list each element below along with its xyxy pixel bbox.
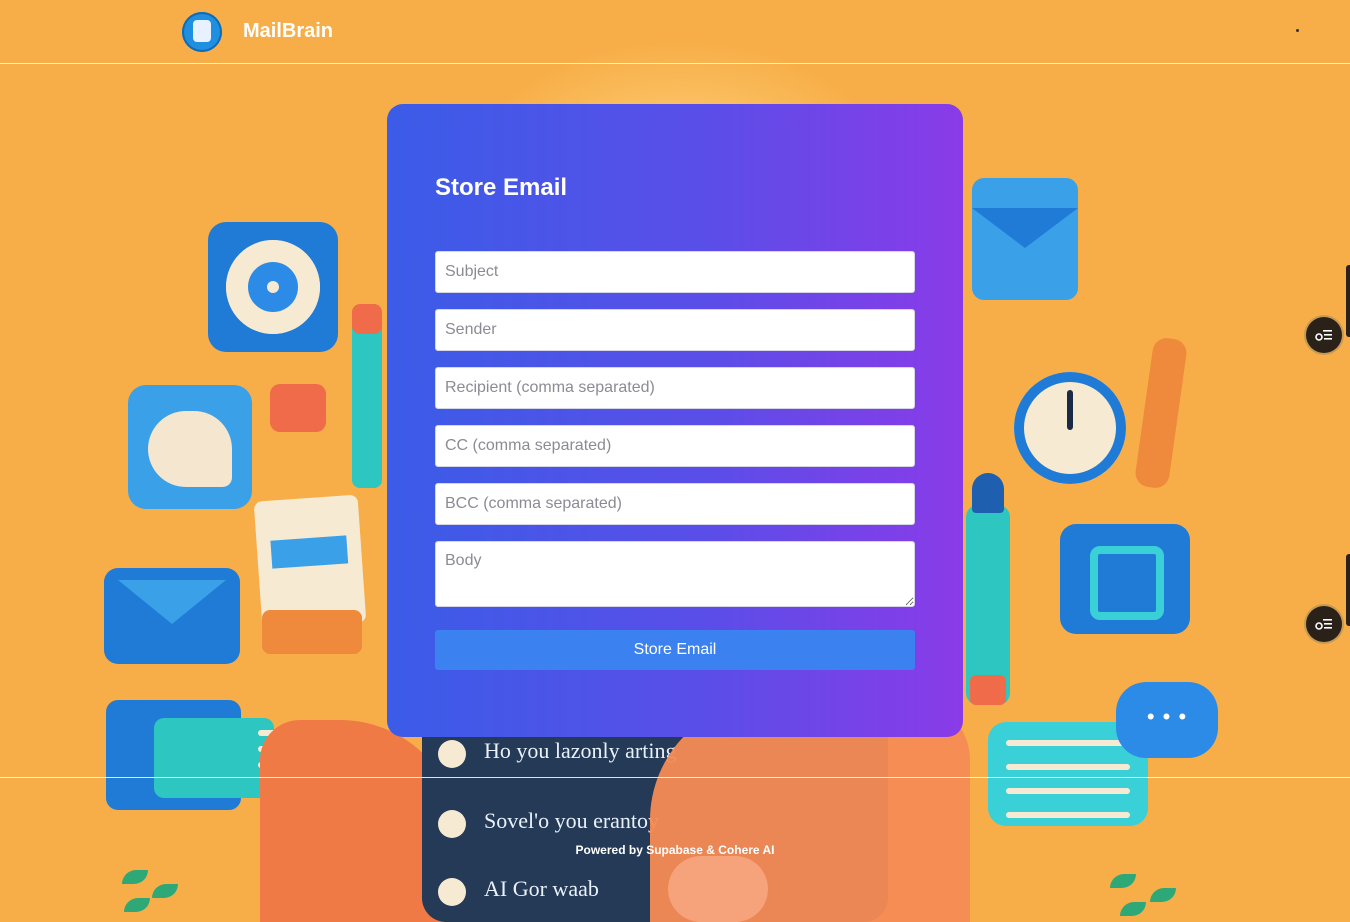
brand-logo-icon[interactable] — [182, 12, 222, 52]
list-settings-icon — [1315, 619, 1332, 630]
subject-input[interactable] — [435, 251, 915, 293]
phone-row-2: Sovel'o you erantoy — [437, 808, 660, 838]
envelope-stack-icon — [106, 700, 274, 810]
pen-icon — [1133, 336, 1189, 490]
phone-row-1: Ho you lazonly arting — [437, 738, 677, 768]
menu-dot[interactable] — [1296, 29, 1299, 32]
recipient-input[interactable] — [435, 367, 915, 409]
footer-prefix: Powered by — [575, 843, 643, 857]
pencil-icon — [352, 304, 382, 488]
footer-credits: Supabase & Cohere AI — [646, 843, 775, 857]
body-textarea[interactable] — [435, 541, 915, 607]
marker-icon — [966, 473, 1010, 705]
store-email-card: Store Email Store Email — [387, 104, 963, 737]
phone-row-3: AI Gor waab — [438, 876, 599, 906]
spiral-tile-icon — [1060, 524, 1190, 634]
chat-icon — [128, 385, 252, 509]
document-base-icon — [262, 610, 362, 654]
footer: Powered by Supabase & Cohere AI — [0, 843, 1350, 857]
plant-right-illustration — [1100, 862, 1200, 922]
side-list-button-1[interactable] — [1306, 317, 1342, 353]
bcc-input[interactable] — [435, 483, 915, 525]
typing-bubble-icon — [1116, 682, 1218, 758]
gear-icon — [208, 222, 338, 352]
form-title: Store Email — [435, 174, 568, 201]
side-tab-2[interactable] — [1346, 554, 1350, 626]
footer-divider — [0, 777, 1350, 778]
envelope-icon — [104, 568, 240, 664]
side-list-button-2[interactable] — [1306, 606, 1342, 642]
plant-left-illustration — [112, 860, 202, 922]
brand-name[interactable]: MailBrain — [243, 20, 333, 43]
top-navbar: MailBrain — [0, 0, 1350, 64]
side-tab-1[interactable] — [1346, 265, 1350, 337]
finger-illustration — [668, 856, 768, 922]
message-bubble-icon — [270, 384, 326, 432]
sender-input[interactable] — [435, 309, 915, 351]
clock-icon — [1014, 372, 1126, 484]
open-envelope-icon — [972, 178, 1078, 300]
cc-input[interactable] — [435, 425, 915, 467]
list-settings-icon — [1315, 330, 1332, 341]
store-email-button[interactable]: Store Email — [435, 630, 915, 670]
